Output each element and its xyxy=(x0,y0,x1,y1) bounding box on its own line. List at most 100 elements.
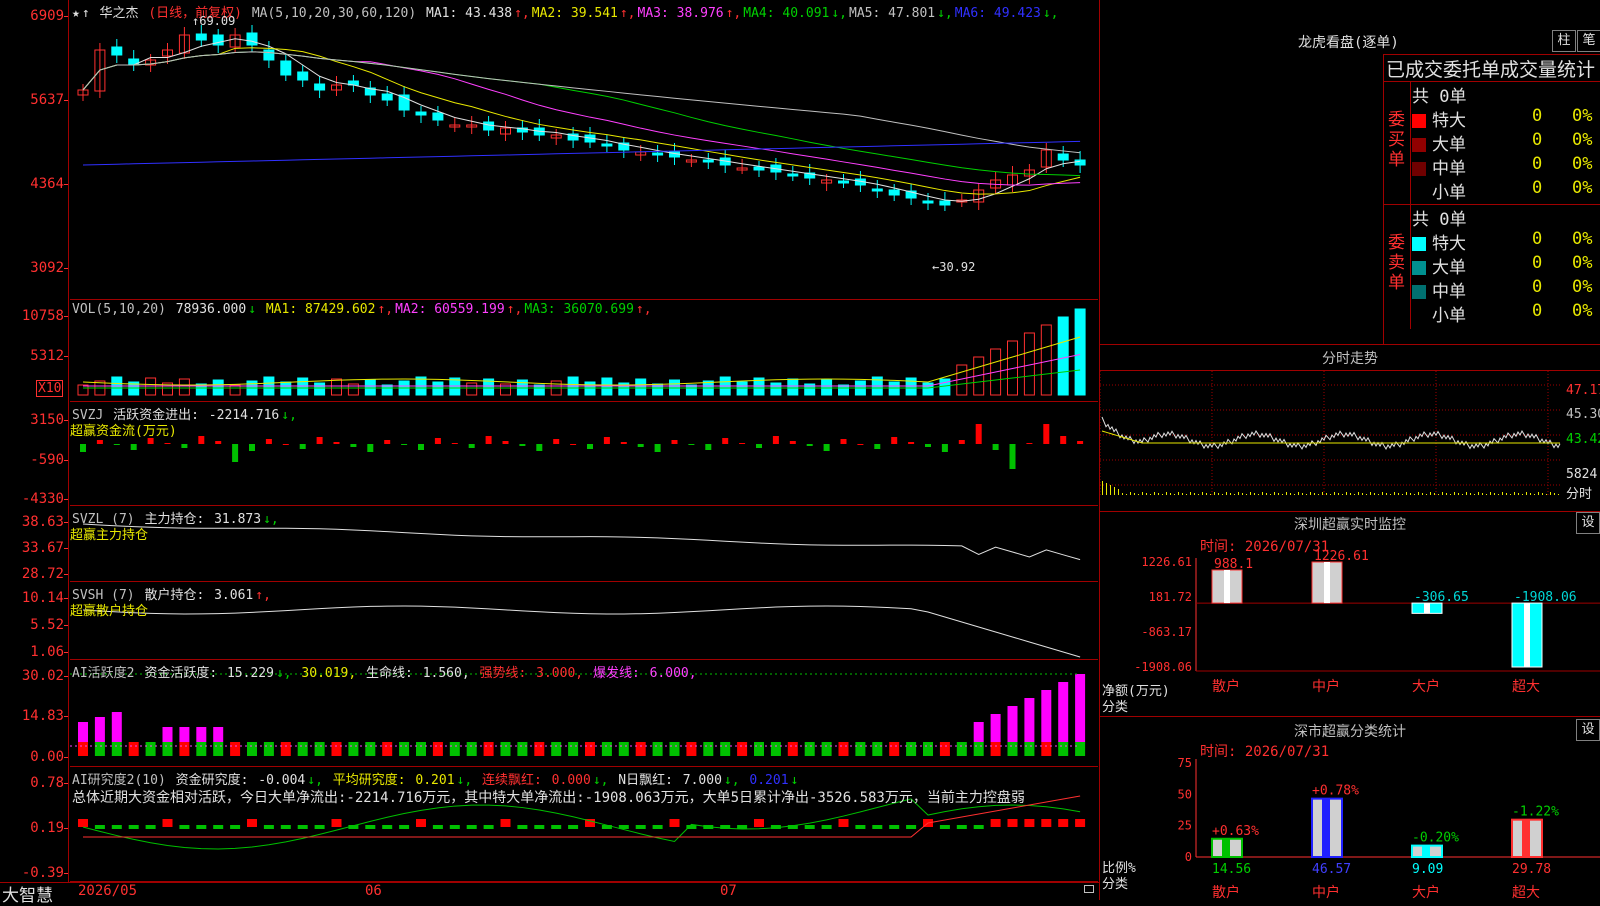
base-bar xyxy=(601,742,612,756)
svzj-panel[interactable]: SVZJ 活跃资金进出: -2214.716 ↓, 超赢资金流(万元) xyxy=(70,402,1098,506)
activity-bar xyxy=(1024,698,1035,742)
up-arrow-icon[interactable]: ↑ xyxy=(82,6,90,21)
svsh-arrow: ↑, xyxy=(255,588,271,603)
svsh-tick-3: 1.06 xyxy=(30,644,68,660)
sz-monitor-category: 超大 xyxy=(1512,679,1540,695)
longhu-title: 龙虎看盘(逐单) xyxy=(1298,35,1399,51)
sz-monitor-category: 中户 xyxy=(1312,678,1340,695)
intraday-vol xyxy=(1122,493,1123,495)
candle xyxy=(415,111,427,116)
base-bar xyxy=(737,742,748,756)
base-bar xyxy=(585,742,595,756)
main-chart-area[interactable]: 6909 5637 4364 3092 ★ ↑ 华之杰 (日线，前复权) MA(5… xyxy=(0,0,1100,906)
svzj-tick-2: -590 xyxy=(30,452,68,468)
ai-active-arrow: ↓, xyxy=(275,666,292,681)
intraday-vol xyxy=(1530,493,1531,495)
svzl-value: 31.873 xyxy=(214,512,262,527)
ma60-line xyxy=(82,51,1081,154)
candle xyxy=(280,60,292,76)
research-bar xyxy=(973,825,984,829)
price-panel[interactable]: ★ ↑ 华之杰 (日线，前复权) MA(5,10,20,30,60,120) MA… xyxy=(70,0,1098,300)
ai-research-panel[interactable]: AI研究度2(10) 资金研究度: -0.004 ↓, 平均研究度: 0.201 ↓… xyxy=(70,767,1098,882)
vol-tick-1: 10758 xyxy=(21,308,69,324)
base-bar xyxy=(399,742,410,756)
flow-bar xyxy=(654,444,661,452)
intraday-vol xyxy=(1366,494,1367,495)
candle xyxy=(111,46,123,56)
intraday-vol xyxy=(1278,493,1279,495)
price-line xyxy=(1101,416,1561,450)
intraday-vol xyxy=(1462,494,1463,495)
intraday-vol xyxy=(1458,493,1459,495)
intraday-vol xyxy=(1534,494,1535,495)
intraday-vol xyxy=(1174,494,1175,495)
research-bar xyxy=(939,825,950,829)
vol-ma-value-3: MA3: 36070.699 xyxy=(524,302,634,317)
intraday-vol xyxy=(1142,492,1143,495)
intraday-vol xyxy=(1438,494,1439,495)
candle xyxy=(1057,153,1069,161)
ai-active-tick-1: 30.02 xyxy=(21,668,69,684)
candle xyxy=(838,180,849,184)
research-bar xyxy=(1007,819,1018,827)
base-bar xyxy=(517,742,528,756)
sz-monitor-category: 大户 xyxy=(1412,678,1440,695)
intraday-vol xyxy=(1354,494,1355,495)
research-bar xyxy=(78,819,88,827)
base-bar xyxy=(94,742,105,756)
candle xyxy=(601,143,613,147)
base-bar xyxy=(939,742,950,756)
flow-bar xyxy=(688,444,695,445)
low-marker: ←30.92 xyxy=(932,260,976,274)
intraday-panel[interactable]: 分时走势 47.17 45.30 43.42 5824 分时 xyxy=(1100,345,1600,512)
sz-class-chart: 75 50 25 0 +0.63% 14.56 散户 +0.78% 46.57 中户 -0.20% 9… xyxy=(1178,756,1600,900)
intraday-vol xyxy=(1506,493,1507,495)
bar-mode-button[interactable]: 柱 xyxy=(1552,30,1576,52)
buy-section: 委买单 共 0单 特大 0 0% 大单 0 0% 中单 0 0% 小单 0 0% xyxy=(1384,81,1600,205)
base-bar xyxy=(213,742,224,756)
vol-panel[interactable]: VOL(5,10,20) 78936.000 ↓ MA1: 87429.602 ↑,… xyxy=(70,300,1098,402)
flow-bar xyxy=(603,437,610,444)
intraday-vol xyxy=(1558,494,1559,495)
legend-swatch xyxy=(1412,237,1426,251)
logo: 大智慧 xyxy=(2,886,53,906)
research-bar xyxy=(500,819,511,827)
date-axis: 大智慧 2026/05 06 07 xyxy=(0,882,1099,906)
candle xyxy=(195,33,207,41)
svzl-tick-1: 38.63 xyxy=(21,514,69,530)
buy-count: 0 xyxy=(1532,106,1543,126)
candle xyxy=(432,112,444,121)
svzl-panel[interactable]: SVZL (7) 主力持仓: 31.873 ↓, 超赢主力持仓 xyxy=(70,506,1098,582)
flow-bar xyxy=(468,444,475,448)
candle xyxy=(1074,159,1086,166)
sell-divider xyxy=(1410,205,1411,329)
star-icon[interactable]: ★ xyxy=(72,6,80,21)
intraday-vol xyxy=(1126,494,1127,495)
base-bar xyxy=(1024,742,1035,756)
intraday-vol xyxy=(1418,492,1419,495)
volume-bar xyxy=(331,378,342,396)
price-axis: 6909 5637 4364 3092 xyxy=(0,0,69,300)
lock-icon[interactable] xyxy=(1084,885,1094,893)
intraday-vol xyxy=(1146,493,1147,495)
svsh-panel[interactable]: SVSH (7) 散户持仓: 3.061 ↑, 超赢散户持仓 xyxy=(70,582,1098,660)
intraday-vol xyxy=(1382,492,1383,495)
longhu-table: 已成交委托单成交量统计 委买单 共 0单 特大 0 0% 大单 0 0% 中单 0 0% 小单 0 0… xyxy=(1383,54,1600,345)
ai-active-panel[interactable]: AI活跃度2 资金活跃度: 15.229 ↓, 30.019, 生命线: 1.56… xyxy=(70,660,1098,767)
research-bar xyxy=(1041,819,1052,827)
svzj-arrow: ↓, xyxy=(281,408,297,423)
buy-name: 小单 xyxy=(1432,183,1466,203)
volume-bar xyxy=(178,378,190,396)
base-bar xyxy=(331,742,342,756)
sell-name: 大单 xyxy=(1432,258,1466,278)
intraday-label-1: 47.17 xyxy=(1566,383,1600,398)
tick-mode-button[interactable]: 笔 xyxy=(1577,30,1600,52)
ma-value-arrow-1: ↑, xyxy=(514,6,530,21)
base-bar xyxy=(1075,742,1086,756)
intraday-vol xyxy=(1222,494,1223,495)
base-bar xyxy=(872,742,883,756)
intraday-vol xyxy=(1470,493,1471,495)
base-bar xyxy=(923,742,933,756)
intraday-vol xyxy=(1114,487,1115,495)
base-bar xyxy=(1007,742,1018,756)
